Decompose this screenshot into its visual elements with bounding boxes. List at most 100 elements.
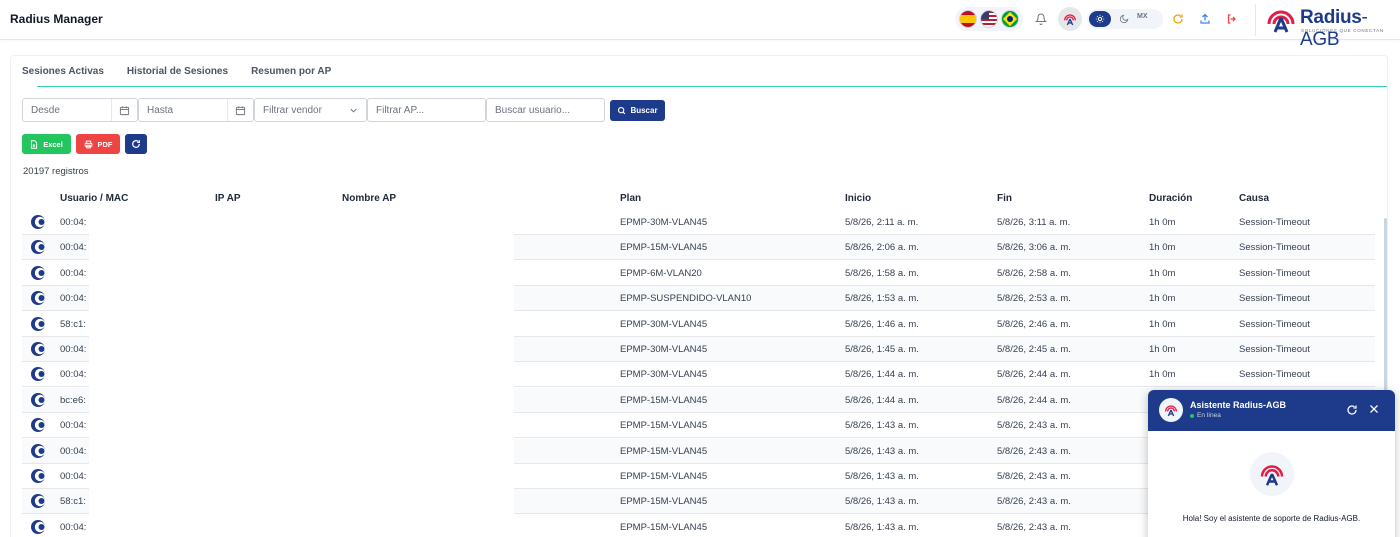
bot-avatar-icon — [1165, 405, 1177, 417]
cell-fin: 5/8/26, 3:11 a. m. — [997, 217, 1071, 228]
cell-causa: Session-Timeout — [1239, 242, 1310, 254]
record-count: 20197 registros — [23, 166, 89, 177]
cell-mac: 00:04: — [60, 445, 87, 457]
col-ip-ap[interactable]: IP AP — [215, 193, 241, 204]
cell-plan: EPMP-6M-VLAN20 — [620, 267, 702, 279]
tabs: Sesiones Activas Historial de Sesiones R… — [22, 66, 331, 82]
cell-mac: 00:04: — [60, 369, 87, 381]
chevron-down-icon[interactable] — [340, 99, 366, 121]
cell-plan: EPMP-15M-VLAN45 — [620, 445, 708, 457]
cell-fin: 5/8/26, 3:06 a. m. — [997, 242, 1071, 254]
cell-plan: EPMP-15M-VLAN45 — [620, 242, 708, 254]
cell-inicio: 5/8/26, 1:43 a. m. — [845, 420, 919, 432]
flag-es-icon[interactable] — [958, 10, 977, 28]
cell-inicio: 5/8/26, 1:46 a. m. — [845, 318, 919, 330]
close-icon[interactable] — [1368, 402, 1382, 416]
export-pdf-button[interactable]: PDF — [76, 134, 120, 154]
cell-causa: Session-Timeout — [1239, 318, 1310, 330]
user-avatar[interactable] — [1058, 7, 1082, 31]
user-search-placeholder: Buscar usuario... — [495, 104, 571, 116]
col-inicio[interactable]: Inicio — [845, 193, 871, 204]
table-header: Usuario / MAC IP AP Nombre AP Plan Inici… — [22, 190, 1375, 208]
redacted-area — [89, 208, 514, 526]
cell-inicio: 5/8/26, 1:43 a. m. — [845, 496, 919, 508]
table-scrollbar[interactable] — [1384, 218, 1387, 418]
chat-avatar — [1159, 398, 1183, 422]
user-session-icon — [30, 290, 46, 306]
col-fin[interactable]: Fin — [997, 193, 1012, 204]
cell-duracion: 1h 0m — [1149, 318, 1176, 330]
col-plan[interactable]: Plan — [620, 193, 641, 204]
user-session-icon — [30, 239, 46, 255]
tab-historial-sesiones[interactable]: Historial de Sesiones — [127, 66, 228, 82]
tab-sesiones-activas[interactable]: Sesiones Activas — [22, 66, 104, 82]
printer-icon — [84, 140, 92, 148]
cell-plan: EPMP-15M-VLAN45 — [620, 471, 708, 482]
upload-icon[interactable] — [1195, 9, 1215, 29]
user-session-icon — [30, 316, 46, 332]
user-session-icon — [30, 443, 46, 459]
vendor-select-value: Filtrar vendor — [263, 104, 322, 116]
chat-bot-avatar — [1250, 452, 1294, 496]
col-nombre-ap[interactable]: Nombre AP — [342, 193, 396, 204]
refresh-icon — [132, 140, 140, 148]
cell-inicio: 5/8/26, 2:06 a. m. — [845, 242, 919, 254]
cell-duracion: 1h 0m — [1149, 242, 1176, 254]
cell-plan: EPMP-30M-VLAN45 — [620, 217, 708, 228]
theme-language-label[interactable]: MX — [1137, 13, 1148, 20]
cell-fin: 5/8/26, 2:43 a. m. — [997, 471, 1071, 482]
col-duracion[interactable]: Duración — [1149, 193, 1192, 204]
search-button-label: Buscar — [630, 106, 658, 115]
cell-causa: Session-Timeout — [1239, 344, 1310, 355]
theme-toggle[interactable]: MX — [1087, 9, 1163, 29]
cell-inicio: 5/8/26, 1:43 a. m. — [845, 471, 919, 482]
chat-title: Asistente Radius-AGB — [1190, 400, 1287, 410]
user-session-icon — [30, 493, 46, 509]
tab-underline — [37, 86, 1387, 87]
user-session-icon — [30, 468, 46, 484]
user-session-icon — [30, 366, 46, 382]
cell-mac: 00:04: — [60, 521, 87, 533]
cell-mac: 00:04: — [60, 267, 87, 279]
chat-refresh-icon[interactable] — [1346, 403, 1360, 417]
logout-icon[interactable] — [1222, 9, 1242, 29]
cell-mac: 00:04: — [60, 344, 87, 355]
calendar-icon[interactable] — [227, 99, 253, 121]
user-search-input[interactable]: Buscar usuario... — [486, 98, 605, 122]
vendor-select[interactable]: Filtrar vendor — [254, 98, 367, 122]
cell-fin: 5/8/26, 2:53 a. m. — [997, 293, 1071, 305]
cell-duracion: 1h 0m — [1149, 344, 1176, 355]
cell-inicio: 5/8/26, 1:43 a. m. — [845, 445, 919, 457]
cell-mac: 00:04: — [60, 217, 87, 228]
search-button[interactable]: Buscar — [610, 100, 665, 121]
cell-inicio: 5/8/26, 1:45 a. m. — [845, 344, 919, 355]
export-excel-button[interactable]: Excel — [22, 134, 71, 154]
date-from-field[interactable]: Desde — [22, 98, 138, 122]
cell-mac: 00:04: — [60, 293, 87, 305]
ap-filter-input[interactable]: Filtrar AP... — [367, 98, 486, 122]
date-to-field[interactable]: Hasta — [138, 98, 254, 122]
cell-mac: 00:04: — [60, 242, 87, 254]
refresh-icon[interactable] — [1168, 9, 1188, 29]
tab-resumen-ap[interactable]: Resumen por AP — [251, 66, 331, 82]
cell-fin: 5/8/26, 2:43 a. m. — [997, 496, 1071, 508]
col-usuario-mac[interactable]: Usuario / MAC — [60, 193, 128, 204]
cell-mac: 58:c1: — [60, 318, 86, 330]
cell-plan: EPMP-15M-VLAN45 — [620, 496, 708, 508]
flag-br-icon[interactable] — [1001, 10, 1020, 28]
search-icon — [618, 106, 626, 115]
cell-duracion: 1h 0m — [1149, 267, 1176, 279]
flag-us-icon[interactable] — [979, 10, 998, 28]
chat-greeting: Hola! Soy el asistente de soporte de Rad… — [1182, 514, 1361, 523]
user-session-icon — [30, 519, 46, 535]
cell-mac: 58:c1: — [60, 496, 86, 508]
chat-status-label: En línea — [1197, 412, 1221, 419]
reload-button[interactable] — [125, 134, 147, 154]
avatar-icon — [1064, 14, 1076, 26]
sun-icon[interactable] — [1089, 11, 1111, 27]
col-causa[interactable]: Causa — [1239, 193, 1269, 204]
bell-icon[interactable] — [1031, 9, 1051, 29]
chat-header: Asistente Radius-AGB En línea — [1148, 390, 1395, 431]
calendar-icon[interactable] — [111, 99, 137, 121]
moon-icon[interactable] — [1116, 11, 1132, 27]
